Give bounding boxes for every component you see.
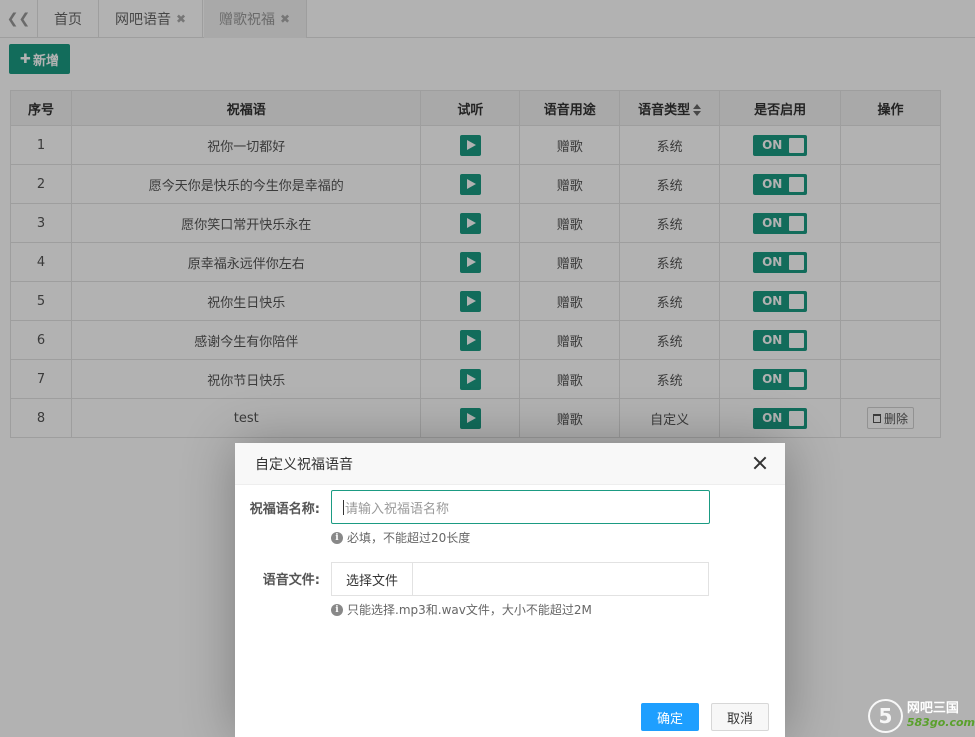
dialog-header: 自定义祝福语音: [235, 443, 785, 485]
name-input[interactable]: 请输入祝福语名称: [331, 490, 710, 524]
name-hint-text: 必填，不能超过20长度: [347, 531, 471, 545]
name-input-placeholder: 请输入祝福语名称: [345, 501, 450, 517]
info-icon: i: [331, 603, 343, 616]
watermark-title: 网吧三国: [906, 700, 959, 716]
file-picker: 选择文件: [331, 562, 709, 596]
info-icon: i: [331, 531, 343, 544]
dialog-title: 自定义祝福语音: [255, 456, 353, 473]
watermark: 5 网吧三国 583go.com: [868, 694, 975, 737]
text-caret: [343, 499, 344, 515]
watermark-url: 583go.com: [906, 715, 975, 729]
close-icon[interactable]: [753, 456, 767, 470]
file-hint: i 只能选择.mp3和.wav文件，大小不能超过2M: [331, 601, 592, 618]
name-field-label: 祝福语名称:: [249, 502, 320, 517]
file-hint-text: 只能选择.mp3和.wav文件，大小不能超过2M: [347, 603, 592, 617]
cancel-button[interactable]: 取消: [711, 703, 769, 731]
custom-blessing-dialog: 自定义祝福语音 祝福语名称: 请输入祝福语名称 i 必填，不能超过20长度 语音文…: [235, 443, 785, 737]
choose-file-button[interactable]: 选择文件: [332, 563, 413, 595]
watermark-logo: 5: [868, 698, 903, 733]
file-field-label: 语音文件:: [262, 573, 320, 588]
watermark-text: 网吧三国 583go.com: [906, 700, 975, 730]
name-hint: i 必填，不能超过20长度: [331, 529, 470, 546]
confirm-button[interactable]: 确定: [641, 703, 699, 731]
